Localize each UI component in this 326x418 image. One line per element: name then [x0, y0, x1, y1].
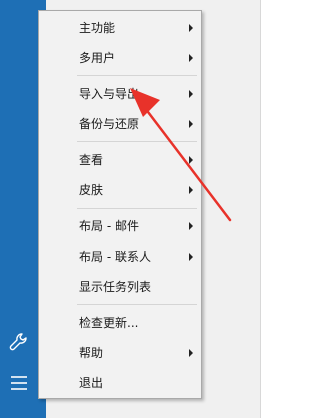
- menu-item-label: 布局 - 邮件: [79, 219, 139, 233]
- menu-item-skin[interactable]: 皮肤: [39, 176, 201, 204]
- menu-item-label: 布局 - 联系人: [79, 250, 151, 264]
- menu-item-label: 备份与还原: [79, 117, 140, 131]
- menu-item-label: 显示任务列表: [79, 280, 152, 294]
- panel-divider: [260, 0, 261, 418]
- main-menu-dropdown: 主功能 多用户 导入与导出 备份与还原 查看 皮肤 布局 - 邮件 布局 - 联…: [38, 10, 202, 399]
- submenu-arrow-icon: [189, 349, 193, 357]
- menu-item-help[interactable]: 帮助: [39, 339, 201, 367]
- menu-separator: [77, 75, 197, 76]
- menu-item-label: 检查更新...: [79, 316, 139, 330]
- submenu-arrow-icon: [189, 120, 193, 128]
- submenu-arrow-icon: [189, 253, 193, 261]
- menu-item-backup-restore[interactable]: 备份与还原: [39, 110, 201, 138]
- submenu-arrow-icon: [189, 156, 193, 164]
- submenu-arrow-icon: [189, 186, 193, 194]
- menu-item-label: 皮肤: [79, 183, 104, 197]
- menu-item-label: 多用户: [79, 51, 116, 65]
- menu-separator: [77, 141, 197, 142]
- menu-separator: [77, 208, 197, 209]
- submenu-arrow-icon: [189, 222, 193, 230]
- menu-item-exit[interactable]: 退出: [39, 369, 201, 397]
- menu-item-check-updates[interactable]: 检查更新...: [39, 309, 201, 337]
- submenu-arrow-icon: [189, 54, 193, 62]
- menu-item-label: 帮助: [79, 346, 104, 360]
- menu-separator: [77, 304, 197, 305]
- menu-item-label: 退出: [79, 376, 104, 390]
- wrench-icon[interactable]: [8, 331, 30, 353]
- menu-item-multi-user[interactable]: 多用户: [39, 44, 201, 72]
- hamburger-menu-icon[interactable]: [8, 372, 30, 394]
- menu-item-label: 主功能: [79, 21, 116, 35]
- menu-item-layout-contacts[interactable]: 布局 - 联系人: [39, 243, 201, 271]
- menu-item-show-task-list[interactable]: 显示任务列表: [39, 273, 201, 301]
- menu-item-main-functions[interactable]: 主功能: [39, 14, 201, 42]
- submenu-arrow-icon: [189, 90, 193, 98]
- menu-item-label: 导入与导出: [79, 87, 140, 101]
- menu-item-view[interactable]: 查看: [39, 146, 201, 174]
- menu-item-layout-mail[interactable]: 布局 - 邮件: [39, 212, 201, 240]
- submenu-arrow-icon: [189, 24, 193, 32]
- menu-item-import-export[interactable]: 导入与导出: [39, 80, 201, 108]
- menu-item-label: 查看: [79, 153, 104, 167]
